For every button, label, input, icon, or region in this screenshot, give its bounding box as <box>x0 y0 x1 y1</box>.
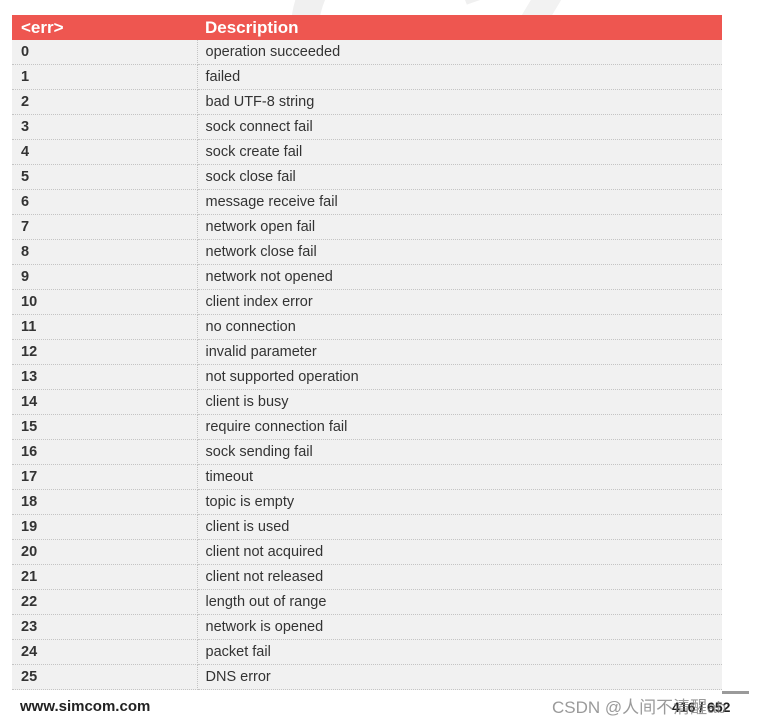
error-description-cell: packet fail <box>197 639 722 665</box>
error-code-cell: 8 <box>12 239 198 265</box>
error-description-cell: DNS error <box>197 664 722 690</box>
table-row: 24 packet fail <box>12 639 722 665</box>
error-description-cell: invalid parameter <box>197 339 722 365</box>
error-code-cell: 25 <box>12 664 198 690</box>
table-row: 3 sock connect fail <box>12 114 722 140</box>
error-code-cell: 0 <box>12 40 198 65</box>
table-row: 16 sock sending fail <box>12 439 722 465</box>
table-row: 18 topic is empty <box>12 489 722 515</box>
header-err-code: <err> <box>12 15 197 40</box>
error-code-table: <err> Description 0 operation succeeded 1 f… <box>12 15 722 690</box>
table-header-row: <err> Description <box>12 15 722 40</box>
table-row: 11 no connection <box>12 314 722 340</box>
error-code-cell: 10 <box>12 289 198 315</box>
error-code-cell: 14 <box>12 389 198 415</box>
error-description-cell: network close fail <box>197 239 722 265</box>
table-row: 7 network open fail <box>12 214 722 240</box>
error-code-cell: 11 <box>12 314 198 340</box>
table-row: 1 failed <box>12 64 722 90</box>
error-description-cell: client is used <box>197 514 722 540</box>
error-description-cell: client is busy <box>197 389 722 415</box>
error-description-cell: client not acquired <box>197 539 722 565</box>
error-description-cell: length out of range <box>197 589 722 615</box>
table-row: 2 bad UTF-8 string <box>12 89 722 115</box>
error-description-cell: failed <box>197 64 722 90</box>
error-code-cell: 4 <box>12 139 198 165</box>
error-description-cell: client not released <box>197 564 722 590</box>
error-description-cell: sock close fail <box>197 164 722 190</box>
error-code-cell: 6 <box>12 189 198 215</box>
table-row: 19 client is used <box>12 514 722 540</box>
csdn-watermark: CSDN @人间不清醒ab <box>552 698 727 717</box>
error-code-cell: 9 <box>12 264 198 290</box>
table-row: 14 client is busy <box>12 389 722 415</box>
table-row: 9 network not opened <box>12 264 722 290</box>
table-row: 23 network is opened <box>12 614 722 640</box>
error-description-cell: require connection fail <box>197 414 722 440</box>
error-description-cell: no connection <box>197 314 722 340</box>
error-code-cell: 16 <box>12 439 198 465</box>
table-row: 17 timeout <box>12 464 722 490</box>
error-code-cell: 17 <box>12 464 198 490</box>
error-code-cell: 18 <box>12 489 198 515</box>
error-description-cell: network not opened <box>197 264 722 290</box>
error-code-cell: 21 <box>12 564 198 590</box>
error-description-cell: not supported operation <box>197 364 722 390</box>
error-description-cell: bad UTF-8 string <box>197 89 722 115</box>
error-code-cell: 24 <box>12 639 198 665</box>
error-description-cell: sock connect fail <box>197 114 722 140</box>
table-row: 8 network close fail <box>12 239 722 265</box>
error-code-cell: 19 <box>12 514 198 540</box>
table-row: 21 client not released <box>12 564 722 590</box>
error-description-cell: sock sending fail <box>197 439 722 465</box>
error-description-cell: client index error <box>197 289 722 315</box>
table-row: 10 client index error <box>12 289 722 315</box>
table-row: 5 sock close fail <box>12 164 722 190</box>
error-description-cell: message receive fail <box>197 189 722 215</box>
error-code-cell: 13 <box>12 364 198 390</box>
error-code-cell: 15 <box>12 414 198 440</box>
table-row: 6 message receive fail <box>12 189 722 215</box>
error-code-cell: 20 <box>12 539 198 565</box>
error-code-cell: 22 <box>12 589 198 615</box>
table-row: 22 length out of range <box>12 589 722 615</box>
error-code-cell: 2 <box>12 89 198 115</box>
table-row: 25 DNS error <box>12 664 722 690</box>
error-description-cell: sock create fail <box>197 139 722 165</box>
table-row: 15 require connection fail <box>12 414 722 440</box>
error-description-cell: topic is empty <box>197 489 722 515</box>
footer-url: www.simcom.com <box>20 698 151 715</box>
error-description-cell: network is opened <box>197 614 722 640</box>
error-description-cell: timeout <box>197 464 722 490</box>
error-code-cell: 1 <box>12 64 198 90</box>
error-code-cell: 5 <box>12 164 198 190</box>
error-code-cell: 23 <box>12 614 198 640</box>
error-code-cell: 12 <box>12 339 198 365</box>
error-code-cell: 3 <box>12 114 198 140</box>
table-body: 0 operation succeeded 1 failed 2 bad UTF-8 st… <box>12 40 722 690</box>
table-row: 4 sock create fail <box>12 139 722 165</box>
table-row: 12 invalid parameter <box>12 339 722 365</box>
error-description-cell: network open fail <box>197 214 722 240</box>
table-row: 13 not supported operation <box>12 364 722 390</box>
table-row: 0 operation succeeded <box>12 40 722 65</box>
error-description-cell: operation succeeded <box>197 40 722 65</box>
error-code-cell: 7 <box>12 214 198 240</box>
table-row: 20 client not acquired <box>12 539 722 565</box>
header-description: Description <box>197 15 722 40</box>
